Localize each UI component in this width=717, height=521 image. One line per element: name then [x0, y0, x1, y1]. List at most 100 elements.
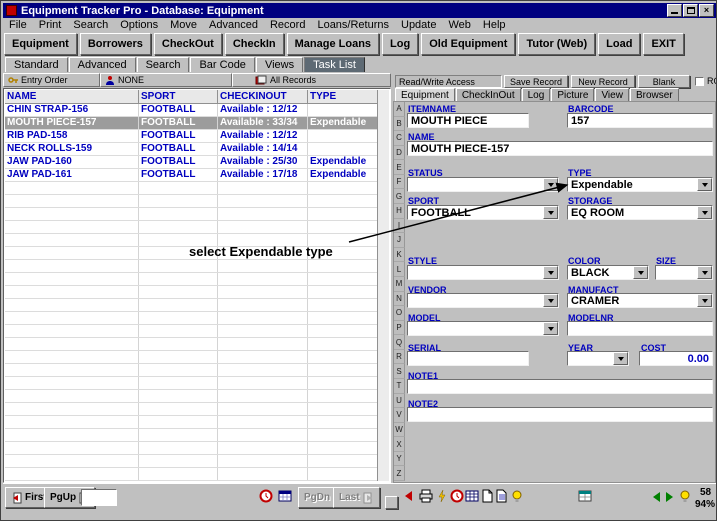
alphabet-v[interactable]: V: [394, 408, 405, 423]
menu-loans-returns[interactable]: Loans/Returns: [311, 19, 395, 31]
alphabet-q[interactable]: Q: [394, 335, 405, 350]
table-row-empty[interactable]: [5, 351, 377, 364]
back-arrow-icon[interactable]: [401, 489, 416, 504]
toolbar-button-manage-loans[interactable]: Manage Loans: [286, 33, 380, 55]
storage-select[interactable]: EQ ROOM: [567, 205, 713, 220]
document-icon[interactable]: [480, 489, 495, 504]
sheet-icon[interactable]: [578, 489, 593, 504]
year-select[interactable]: [567, 351, 629, 366]
column-header-checkinout[interactable]: CHECKINOUT: [218, 90, 308, 103]
column-header-type[interactable]: TYPE: [308, 90, 377, 103]
alphabet-h[interactable]: H: [394, 204, 405, 219]
table-row[interactable]: JAW PAD-160 FOOTBALL Available : 25/30 Expe…: [5, 156, 377, 169]
toolbar-button-checkout[interactable]: CheckOut: [153, 33, 222, 55]
last-button[interactable]: Last: [333, 487, 380, 508]
chevron-down-icon[interactable]: [697, 294, 712, 307]
chevron-down-icon[interactable]: [543, 266, 558, 279]
status-select[interactable]: [407, 177, 559, 192]
chevron-down-icon[interactable]: [543, 178, 558, 191]
alphabet-s[interactable]: S: [394, 364, 405, 379]
cost-input[interactable]: 0.00: [639, 351, 713, 366]
toolbar-button-equipment[interactable]: Equipment: [4, 33, 77, 55]
alphabet-b[interactable]: B: [394, 116, 405, 132]
table-row[interactable]: NECK ROLLS-159 FOOTBALL Available : 14/14: [5, 143, 377, 156]
detail-tab-log[interactable]: Log: [521, 88, 551, 102]
table-row-empty[interactable]: [5, 429, 377, 442]
titlebar[interactable]: Equipment Tracker Pro - Database: Equipm…: [3, 3, 716, 18]
table-row-empty[interactable]: [5, 273, 377, 286]
sport-select[interactable]: FOOTBALL: [407, 205, 559, 220]
lightbulb2-icon[interactable]: [678, 489, 693, 504]
alphabet-k[interactable]: K: [394, 247, 405, 263]
calc-icon[interactable]: [465, 489, 480, 504]
alphabet-p[interactable]: P: [394, 320, 405, 336]
print-icon[interactable]: [419, 489, 434, 504]
table-row-empty[interactable]: [5, 195, 377, 208]
chevron-down-icon[interactable]: [543, 322, 558, 335]
column-header-name[interactable]: NAME: [5, 90, 139, 103]
table-row[interactable]: JAW PAD-161 FOOTBALL Available : 17/18 Expe…: [5, 169, 377, 182]
detail-tab-equipment[interactable]: Equipment: [395, 88, 455, 102]
table-row[interactable]: CHIN STRAP-156 FOOTBALL Available : 12/12: [5, 104, 377, 117]
tab-search[interactable]: Search: [136, 57, 190, 72]
alphabet-f[interactable]: F: [394, 174, 405, 190]
toolbar-button-tutor-web[interactable]: Tutor (Web): [518, 33, 596, 55]
style-select[interactable]: [407, 265, 559, 280]
detail-tab-checkinout[interactable]: CheckInOut: [455, 88, 521, 102]
chevron-down-icon[interactable]: [543, 206, 558, 219]
table-row-empty[interactable]: [5, 260, 377, 273]
note1-input[interactable]: [407, 379, 713, 394]
goto-record-input[interactable]: [81, 489, 117, 506]
toolbar-button-borrowers[interactable]: Borrowers: [79, 33, 151, 55]
flash-icon[interactable]: [435, 489, 450, 504]
blank-button[interactable]: Blank: [638, 75, 690, 88]
clock2-icon[interactable]: [450, 489, 465, 504]
alphabet-g[interactable]: G: [394, 189, 405, 205]
chevron-down-icon[interactable]: [543, 294, 558, 307]
table-row-empty[interactable]: [5, 468, 377, 481]
save-record-button[interactable]: Save Record: [504, 75, 568, 88]
close-button[interactable]: ×: [699, 4, 714, 17]
table-row-empty[interactable]: [5, 299, 377, 312]
toolbar-button-checkin[interactable]: CheckIn: [224, 33, 284, 55]
menu-web[interactable]: Web: [442, 19, 476, 31]
size-select[interactable]: [655, 265, 713, 280]
minimize-button[interactable]: [667, 4, 682, 17]
type-select[interactable]: Expendable: [567, 177, 713, 192]
sort-none[interactable]: NONE: [100, 73, 232, 87]
name-input[interactable]: MOUTH PIECE-157: [407, 141, 713, 156]
toolbar-button-old-equipment[interactable]: Old Equipment: [421, 33, 516, 55]
table-row-empty[interactable]: [5, 455, 377, 468]
toolbar-button-load[interactable]: Load: [598, 33, 641, 55]
alphabet-e[interactable]: E: [394, 160, 405, 175]
table-row-empty[interactable]: [5, 390, 377, 403]
table-row-empty[interactable]: [5, 182, 377, 195]
menu-search[interactable]: Search: [67, 19, 114, 31]
menu-help[interactable]: Help: [477, 19, 512, 31]
menu-record[interactable]: Record: [264, 19, 311, 31]
menu-update[interactable]: Update: [395, 19, 442, 31]
detail-tab-view[interactable]: View: [595, 88, 629, 102]
table-row-empty[interactable]: [5, 208, 377, 221]
chevron-down-icon[interactable]: [697, 178, 712, 191]
chevron-down-icon[interactable]: [697, 266, 712, 279]
barcode-input[interactable]: 157: [567, 113, 713, 128]
alphabet-c[interactable]: C: [394, 131, 405, 146]
table-row[interactable]: RIB PAD-158 FOOTBALL Available : 12/12: [5, 130, 377, 143]
table-row-empty[interactable]: [5, 221, 377, 234]
chevron-down-icon[interactable]: [613, 352, 628, 365]
alphabet-o[interactable]: O: [394, 306, 405, 321]
table-row-empty[interactable]: [5, 364, 377, 377]
menu-move[interactable]: Move: [164, 19, 203, 31]
ro-checkbox[interactable]: [695, 77, 704, 86]
table-row-empty[interactable]: [5, 338, 377, 351]
modelnr-input[interactable]: [567, 321, 713, 336]
alphabet-y[interactable]: Y: [394, 451, 405, 467]
lightbulb-icon[interactable]: [510, 489, 525, 504]
model-select[interactable]: [407, 321, 559, 336]
menu-options[interactable]: Options: [114, 19, 164, 31]
itemname-input[interactable]: MOUTH PIECE: [407, 113, 529, 128]
alphabet-r[interactable]: R: [394, 349, 405, 365]
table-row[interactable]: MOUTH PIECE-157 FOOTBALL Available : 33/34…: [5, 117, 377, 130]
table-row-empty[interactable]: [5, 416, 377, 429]
